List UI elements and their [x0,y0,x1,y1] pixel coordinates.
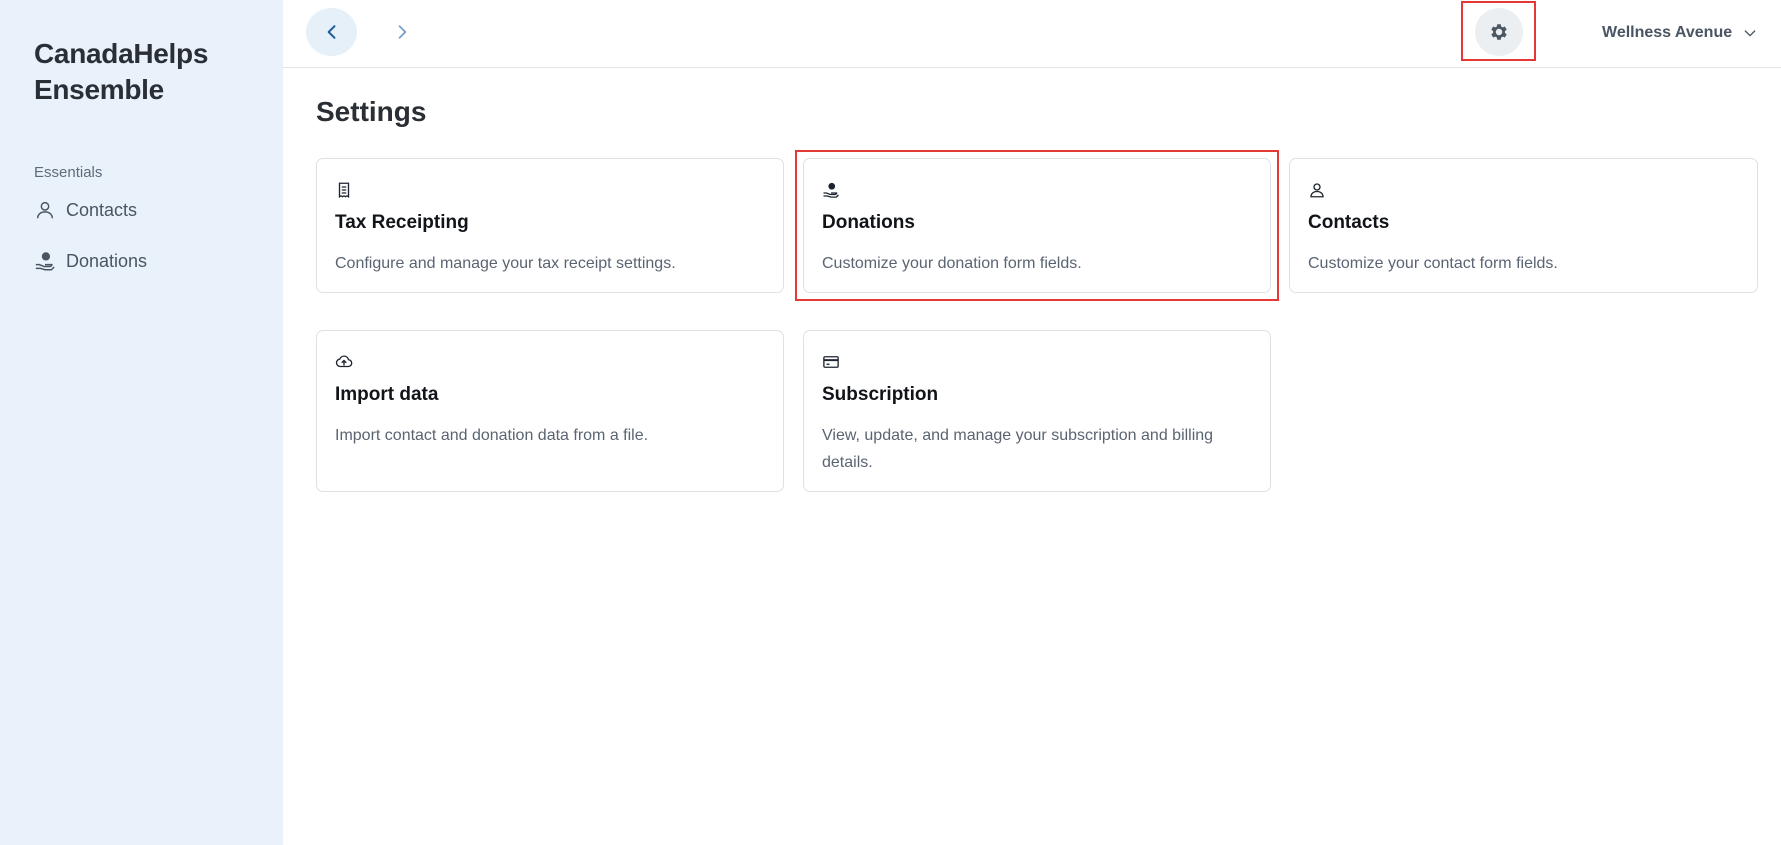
settings-card-contacts[interactable]: Contacts Customize your contact form fie… [1289,158,1758,293]
settings-card-tax-receipting[interactable]: Tax Receipting Configure and manage your… [316,158,784,293]
hand-coin-icon [822,181,840,199]
brand-line-1: CanadaHelps [34,38,209,69]
receipt-icon [335,181,353,199]
card-title: Tax Receipting [335,212,469,233]
card-description: Customize your contact form fields. [1308,255,1558,272]
organization-name: Wellness Avenue [1602,24,1733,41]
organization-menu[interactable]: Wellness Avenue [1602,19,1758,47]
top-bar: Wellness Avenue [283,0,1781,68]
app-root: CanadaHelps Ensemble Essentials Contacts [0,0,1781,845]
card-description: Import contact and donation data from a … [335,427,649,444]
card-title: Subscription [822,384,939,405]
settings-card-donations[interactable]: Donations Customize your donation form f… [803,158,1271,293]
sidebar-item-contacts[interactable]: Contacts [34,195,137,225]
credit-card-icon [822,353,840,371]
settings-button[interactable] [1475,8,1523,56]
person-icon [34,199,56,221]
card-title: Contacts [1308,212,1390,233]
person-icon [1308,181,1326,199]
card-description: Configure and manage your tax receipt se… [335,255,676,272]
hand-coin-icon [34,250,56,272]
page-title: Settings [316,96,427,127]
forward-button[interactable] [378,8,426,56]
card-title: Donations [822,212,915,233]
back-button[interactable] [306,8,357,56]
settings-card-import-data[interactable]: Import data Import contact and donation … [316,330,784,492]
brand-line-2: Ensemble [34,74,164,105]
gear-icon [1488,21,1510,43]
sidebar: CanadaHelps Ensemble Essentials Contacts [0,0,283,845]
card-title: Import data [335,384,439,405]
sidebar-section-essentials: Essentials [34,164,103,181]
card-description: View, update, and manage your subscripti… [822,427,1214,471]
chevron-down-icon [1742,25,1758,41]
sidebar-item-donations[interactable]: Donations [34,246,147,276]
chevron-right-icon [392,22,412,42]
sidebar-item-label: Donations [66,250,148,271]
cloud-upload-icon [335,353,353,371]
card-description: Customize your donation form fields. [822,255,1082,272]
brand-logo-text[interactable]: CanadaHelps Ensemble [34,36,264,108]
chevron-left-icon [322,22,342,42]
settings-card-subscription[interactable]: Subscription View, update, and manage yo… [803,330,1271,492]
sidebar-item-label: Contacts [66,199,138,220]
